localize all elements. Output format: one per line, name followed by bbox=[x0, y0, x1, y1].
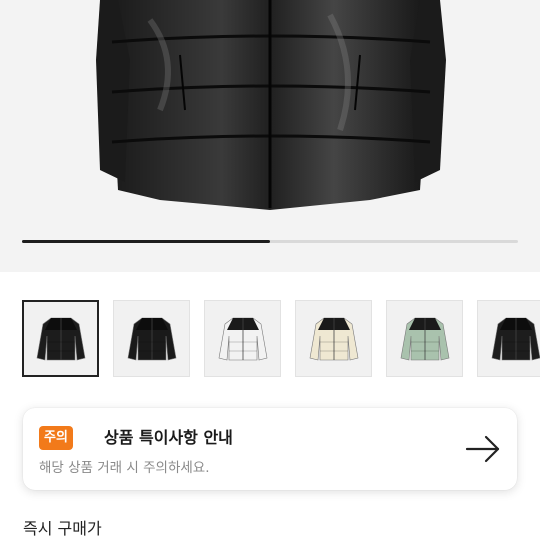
jacket-thumbnail-icon bbox=[309, 317, 358, 360]
thumbnail-strip bbox=[22, 300, 540, 380]
thumbnail-6[interactable] bbox=[477, 300, 540, 377]
jacket-thumbnail-icon bbox=[491, 317, 540, 360]
thumbnail-4[interactable] bbox=[295, 300, 372, 377]
jacket-thumbnail-icon bbox=[218, 317, 267, 360]
product-image-viewer[interactable] bbox=[0, 0, 540, 272]
thumbnail-2[interactable] bbox=[113, 300, 190, 377]
product-notice-card[interactable]: 주의 상품 특이사항 안내 해당 상품 거래 시 주의하세요. bbox=[23, 408, 517, 490]
jacket-thumbnail-icon bbox=[127, 317, 176, 360]
notice-title: 상품 특이사항 안내 bbox=[104, 428, 233, 447]
jacket-thumbnail-icon bbox=[36, 317, 85, 360]
arrow-right-icon[interactable] bbox=[465, 434, 501, 464]
image-progress-fill bbox=[22, 240, 270, 243]
thumbnail-1[interactable] bbox=[22, 300, 99, 377]
jacket-thumbnail-icon bbox=[400, 317, 449, 360]
thumbnail-3[interactable] bbox=[204, 300, 281, 377]
image-progress-bar bbox=[22, 240, 518, 243]
caution-badge: 주의 bbox=[39, 426, 73, 450]
thumbnail-5[interactable] bbox=[386, 300, 463, 377]
product-image bbox=[96, 0, 446, 210]
notice-subtitle: 해당 상품 거래 시 주의하세요. bbox=[39, 460, 210, 476]
instant-price-label: 즉시 구매가 bbox=[23, 519, 102, 538]
